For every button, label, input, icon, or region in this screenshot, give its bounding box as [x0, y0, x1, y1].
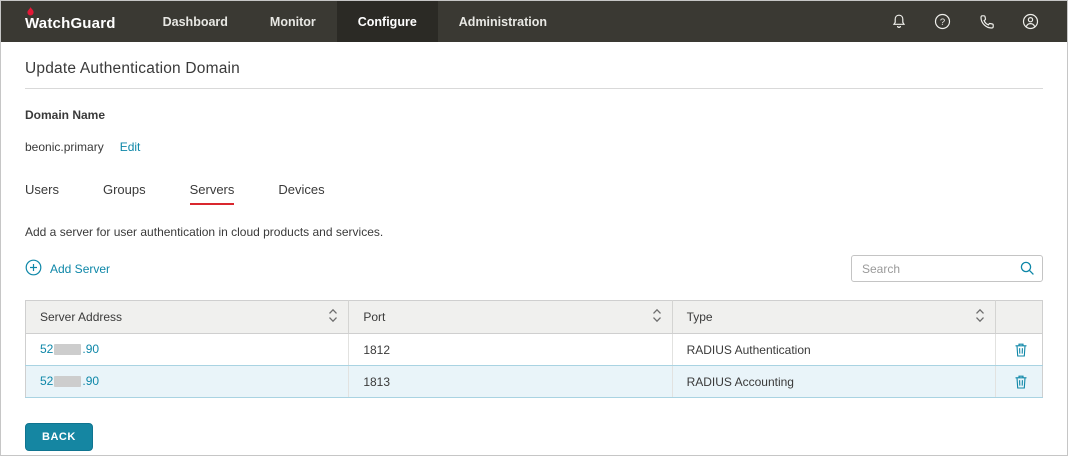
brand-name: WatchGuard — [25, 11, 116, 32]
column-header-actions — [995, 301, 1042, 334]
edit-domain-link[interactable]: Edit — [120, 140, 141, 154]
column-header-type[interactable]: Type — [672, 301, 995, 334]
domain-name-value: beonic.primary — [25, 140, 104, 154]
server-address-cell: 52.90 — [26, 366, 349, 398]
nav-item-administration[interactable]: Administration — [438, 1, 568, 42]
sort-icon[interactable] — [652, 308, 662, 326]
column-header-server-address[interactable]: Server Address — [26, 301, 349, 334]
servers-description: Add a server for user authentication in … — [25, 225, 1043, 239]
port-cell: 1812 — [349, 334, 672, 366]
back-button[interactable]: BACK — [25, 423, 93, 451]
main-content: Update Authentication Domain Domain Name… — [1, 42, 1067, 451]
domain-name-label: Domain Name — [25, 108, 1043, 122]
plus-circle-icon — [25, 259, 42, 279]
server-address-cell: 52.90 — [26, 334, 349, 366]
nav-spacer — [568, 1, 890, 42]
actions-cell — [995, 334, 1042, 366]
tab-bar: Users Groups Servers Devices — [25, 182, 1043, 205]
top-navigation: WatchGuard Dashboard Monitor Configure A… — [1, 1, 1067, 42]
column-header-port[interactable]: Port — [349, 301, 672, 334]
page-title: Update Authentication Domain — [25, 60, 1043, 78]
type-cell: RADIUS Accounting — [672, 366, 995, 398]
app-window: WatchGuard Dashboard Monitor Configure A… — [0, 0, 1068, 456]
actions-cell — [995, 366, 1042, 398]
type-cell: RADIUS Authentication — [672, 334, 995, 366]
flame-icon — [25, 5, 36, 23]
nav-utility-icons: ? — [890, 1, 1067, 42]
table-header-row: Server Address Port — [26, 301, 1043, 334]
table-row: 52.90 1812 RADIUS Authentication — [26, 334, 1043, 366]
port-cell: 1813 — [349, 366, 672, 398]
nav-item-configure[interactable]: Configure — [337, 1, 438, 42]
table-toolbar: Add Server — [25, 255, 1043, 282]
tab-servers[interactable]: Servers — [190, 182, 235, 205]
add-server-label: Add Server — [50, 262, 110, 276]
title-divider — [25, 88, 1043, 89]
nav-item-monitor[interactable]: Monitor — [249, 1, 337, 42]
server-address-link[interactable]: 52.90 — [40, 342, 99, 356]
domain-name-row: beonic.primary Edit — [25, 140, 1043, 154]
tab-users[interactable]: Users — [25, 182, 59, 205]
server-address-link[interactable]: 52.90 — [40, 374, 99, 388]
delete-server-button[interactable] — [1014, 371, 1028, 390]
redacted-text — [54, 376, 81, 387]
svg-text:?: ? — [940, 17, 945, 28]
redacted-text — [54, 344, 81, 355]
sort-icon[interactable] — [328, 308, 338, 326]
account-icon[interactable] — [1022, 13, 1039, 30]
help-icon[interactable]: ? — [934, 13, 951, 30]
tab-groups[interactable]: Groups — [103, 182, 146, 205]
search-icon[interactable] — [1019, 260, 1036, 282]
search-box — [851, 255, 1043, 282]
search-input[interactable] — [851, 255, 1043, 282]
main-menu: Dashboard Monitor Configure Administrati… — [142, 1, 568, 42]
sort-icon[interactable] — [975, 308, 985, 326]
watchguard-logo[interactable]: WatchGuard — [1, 1, 142, 42]
add-server-button[interactable]: Add Server — [25, 259, 110, 279]
nav-item-dashboard[interactable]: Dashboard — [142, 1, 249, 42]
tab-devices[interactable]: Devices — [278, 182, 324, 205]
phone-icon[interactable] — [978, 13, 995, 30]
notifications-icon[interactable] — [890, 13, 907, 30]
delete-server-button[interactable] — [1014, 339, 1028, 358]
servers-table: Server Address Port — [25, 300, 1043, 398]
table-row: 52.90 1813 RADIUS Accounting — [26, 366, 1043, 398]
